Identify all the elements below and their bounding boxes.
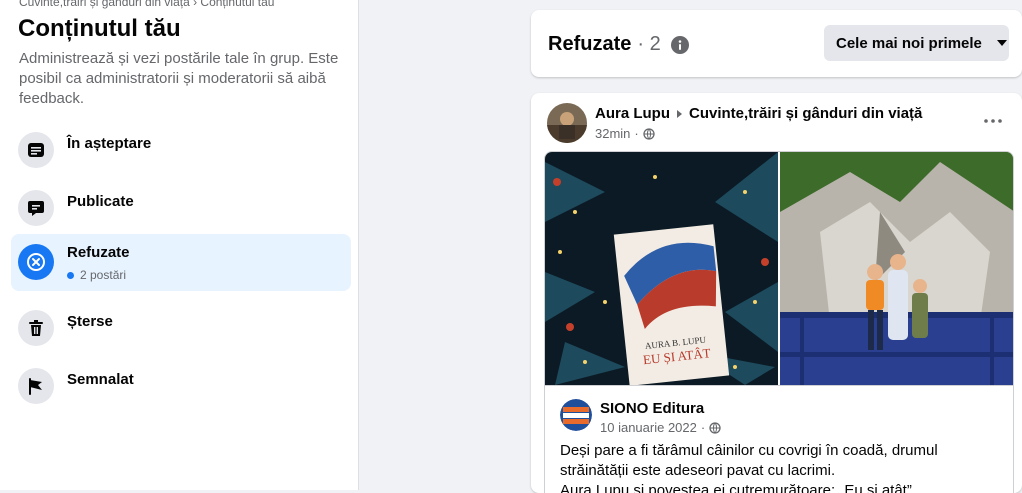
chat-bubble-icon: [18, 190, 54, 226]
nav-sub-count: 2 postări: [67, 268, 126, 282]
shared-text-line: Aura Lupu și povestea ei cutremurătoare:…: [560, 482, 912, 493]
sort-label: Cele mai noi primele: [836, 34, 982, 52]
post-meta: 32min ·: [595, 126, 655, 141]
nav-item-deleted[interactable]: Șterse: [11, 296, 351, 349]
x-circle-icon: [18, 244, 54, 280]
breadcrumb[interactable]: Cuvinte,trăiri și gânduri din viață › Co…: [19, 0, 274, 9]
shared-post[interactable]: AURA B. LUPU EU ȘI ATÂT SIONO Editura 10…: [544, 151, 1014, 493]
sort-dropdown[interactable]: Cele mai noi primele: [824, 25, 1009, 61]
more-options-button[interactable]: [979, 111, 1007, 131]
trash-icon: [18, 310, 54, 346]
publisher-avatar[interactable]: [560, 399, 592, 431]
shared-post-text: Deși pare a fi tărâmul câinilor cu covri…: [560, 441, 1000, 493]
info-icon[interactable]: [670, 35, 689, 54]
globe-icon: [709, 421, 721, 434]
section-count: · 2: [637, 33, 661, 55]
content-nav: În așteptare Publicate Refuzate 2 postăr…: [11, 118, 351, 412]
post-group[interactable]: Cuvinte,trăiri și gânduri din viață: [689, 105, 922, 122]
shared-photo-book[interactable]: AURA B. LUPU EU ȘI ATÂT: [545, 152, 778, 385]
page-title: Conținutul tău: [18, 15, 181, 42]
separator-dot: ·: [700, 420, 706, 435]
shared-post-body: SIONO Editura 10 ianuarie 2022 · Deși pa…: [545, 385, 1013, 493]
nav-label: În așteptare: [67, 135, 152, 152]
nav-label: Refuzate: [67, 244, 130, 261]
section-title-text: Refuzate: [548, 33, 632, 55]
shared-text-line: străinătății este adeseori pavat cu lacr…: [560, 462, 836, 479]
nav-item-published[interactable]: Publicate: [11, 176, 351, 229]
nav-label: Semnalat: [67, 371, 134, 388]
nav-sub-label: 2 postări: [80, 268, 127, 282]
post-author-line: Aura Lupu Cuvinte,trăiri și gânduri din …: [595, 105, 922, 122]
shared-post-date[interactable]: 10 ianuarie 2022: [600, 420, 697, 435]
section-title: Refuzate · 2: [548, 33, 689, 56]
nav-label: Publicate: [67, 193, 134, 210]
avatar[interactable]: [547, 103, 587, 143]
shared-post-meta: 10 ianuarie 2022 ·: [600, 420, 721, 435]
shared-photo-family[interactable]: [780, 152, 1013, 385]
globe-icon: [643, 127, 655, 140]
nav-item-flagged[interactable]: Semnalat: [11, 354, 351, 407]
caret-right-icon: [677, 109, 682, 118]
separator-dot: ·: [634, 126, 639, 141]
post-time[interactable]: 32min: [595, 126, 630, 141]
nav-label: Șterse: [67, 313, 113, 330]
flag-icon: [18, 368, 54, 404]
post-author[interactable]: Aura Lupu: [595, 105, 670, 122]
sidebar: Cuvinte,trăiri și gânduri din viață › Co…: [0, 0, 359, 490]
unread-dot: [67, 271, 74, 279]
ellipsis-icon: [984, 119, 1002, 123]
list-icon: [18, 132, 54, 168]
publisher-name[interactable]: SIONO Editura: [600, 400, 704, 417]
caret-down-icon: [996, 40, 1007, 46]
nav-item-refused[interactable]: Refuzate 2 postări: [11, 234, 351, 291]
shared-text-line: Deși pare a fi tărâmul câinilor cu covri…: [560, 442, 938, 459]
refused-header: Refuzate · 2 Cele mai noi primele: [531, 10, 1022, 77]
post-card: Aura Lupu Cuvinte,trăiri și gânduri din …: [531, 93, 1022, 493]
page-description: Administrează și vezi postările tale în …: [19, 50, 339, 107]
nav-item-pending[interactable]: În așteptare: [11, 118, 351, 171]
